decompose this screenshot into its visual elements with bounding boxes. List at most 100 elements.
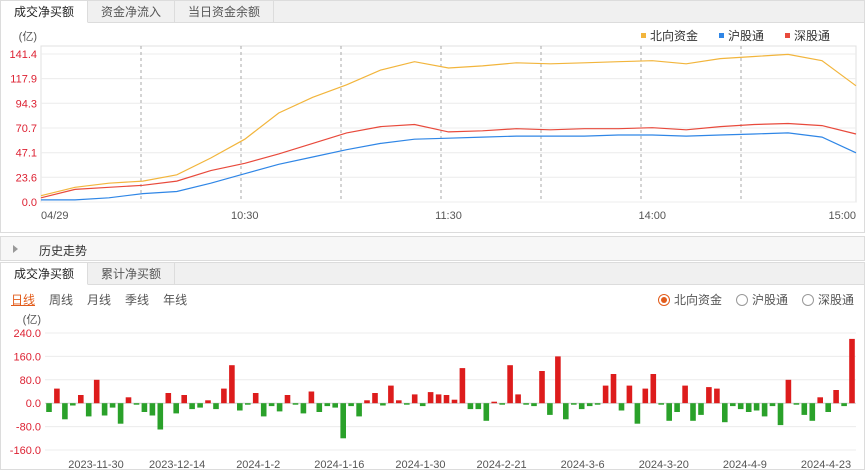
bar	[475, 403, 482, 410]
history-header[interactable]: 历史走势	[0, 236, 865, 261]
bar	[252, 393, 259, 404]
bar	[690, 403, 696, 421]
bar	[388, 385, 394, 404]
radio-empty-icon[interactable]	[735, 293, 748, 306]
bar	[85, 403, 92, 417]
radio-sh-label: 沪股通	[751, 293, 788, 307]
x-tick-label: 14:00	[638, 210, 666, 222]
y-tick-label: 141.4	[9, 49, 37, 61]
bar	[435, 394, 442, 404]
bar	[292, 403, 299, 405]
bar	[761, 403, 768, 417]
y-tick-label: 80.0	[20, 375, 41, 387]
x-tick-label: 2024-1-30	[395, 459, 445, 470]
bar	[284, 395, 291, 404]
bar	[539, 371, 545, 404]
bar	[189, 403, 195, 410]
radio-north[interactable]: 北向资金	[657, 291, 722, 308]
bar	[642, 388, 649, 404]
top-tab-bar: 成交净买额 资金净流入 当日资金余额	[1, 1, 864, 23]
tab-net-buy[interactable]: 成交净买额	[1, 1, 89, 23]
tab-cumulative-net-buy[interactable]: 累计净买额	[88, 263, 176, 285]
bar	[745, 403, 752, 412]
bar	[356, 403, 362, 417]
bar	[793, 403, 800, 405]
bar	[93, 379, 100, 404]
x-tick-label: 15:00	[828, 210, 856, 222]
tab-net-inflow[interactable]: 资金净流入	[88, 1, 176, 23]
period-year[interactable]: 年线	[163, 291, 187, 308]
bar	[237, 403, 243, 411]
intraday-line-chart: 0.0 23.6 47.1 70.7 94.3 117.9 141.4 (亿) 04/29 10:…	[9, 28, 857, 222]
bar	[101, 403, 108, 416]
x-tick-label: 2024-4-9	[723, 459, 767, 470]
bar	[841, 403, 847, 407]
bar	[698, 403, 704, 415]
radio-sz[interactable]: 深股通	[801, 291, 854, 308]
expand-arrow-icon[interactable]	[13, 245, 18, 253]
bar	[610, 374, 617, 404]
y-tick-label: 70.7	[16, 123, 37, 135]
bar	[173, 403, 179, 414]
bar	[141, 403, 148, 412]
bar	[849, 338, 855, 404]
bar	[809, 403, 816, 421]
plot-frame	[40, 45, 857, 203]
bar	[578, 403, 585, 410]
bar	[133, 403, 140, 405]
bar	[682, 385, 688, 404]
period-quarter[interactable]: 季线	[125, 291, 149, 308]
intraday-panel: 成交净买额 资金净流入 当日资金余额 0.0 23.6 47.1 70.7 94.3 11…	[0, 0, 865, 233]
legend-marker	[785, 33, 790, 38]
radio-sz-label: 深股通	[817, 293, 854, 307]
bar	[491, 401, 497, 404]
y-tick-label: 240.0	[13, 328, 41, 340]
fund-radio-group: 北向资金 沪股通 深股通	[644, 291, 854, 308]
bar	[459, 368, 466, 404]
bar	[404, 403, 410, 405]
bar	[372, 393, 378, 404]
bar	[419, 403, 426, 407]
bar	[785, 379, 792, 404]
y-tick-label: 23.6	[16, 172, 37, 184]
radio-selected-icon[interactable]	[657, 293, 670, 306]
bar	[714, 388, 720, 404]
bar	[308, 391, 315, 404]
bar	[777, 403, 784, 426]
bar	[78, 395, 84, 404]
bar	[324, 403, 331, 407]
bar	[348, 403, 354, 407]
legend-label: 深股通	[794, 29, 830, 43]
bar	[125, 397, 132, 404]
bar	[483, 403, 490, 421]
bar	[467, 403, 474, 410]
history-panel: 成交净买额 累计净买额 日线 周线 月线 季线 年线 北向资金 沪股通 深股通 …	[0, 262, 865, 470]
tab-history-net-buy[interactable]: 成交净买额	[1, 263, 89, 285]
x-tick-label: 2023-11-30	[68, 459, 123, 470]
bar	[109, 403, 116, 408]
period-week[interactable]: 周线	[49, 291, 73, 308]
bar	[165, 393, 172, 404]
bar	[205, 400, 211, 404]
tab-daily-balance[interactable]: 当日资金余额	[175, 1, 275, 23]
bar	[547, 403, 553, 415]
radio-sh[interactable]: 沪股通	[735, 291, 788, 308]
bar	[666, 403, 672, 421]
radio-empty-icon[interactable]	[801, 293, 814, 306]
bar	[571, 403, 577, 405]
bar	[181, 395, 187, 404]
bar	[769, 403, 776, 407]
bar	[737, 403, 744, 410]
bar	[332, 403, 338, 408]
bar	[507, 365, 513, 404]
bar	[396, 400, 402, 404]
x-tick-label: 11:30	[435, 210, 462, 222]
bar	[340, 403, 346, 439]
period-month[interactable]: 月线	[87, 291, 111, 308]
period-day[interactable]: 日线	[11, 291, 35, 308]
bar	[602, 385, 609, 404]
bar	[523, 403, 529, 405]
bar	[626, 385, 633, 404]
bar	[674, 403, 680, 412]
x-tick-label: 2023-12-14	[149, 459, 205, 470]
